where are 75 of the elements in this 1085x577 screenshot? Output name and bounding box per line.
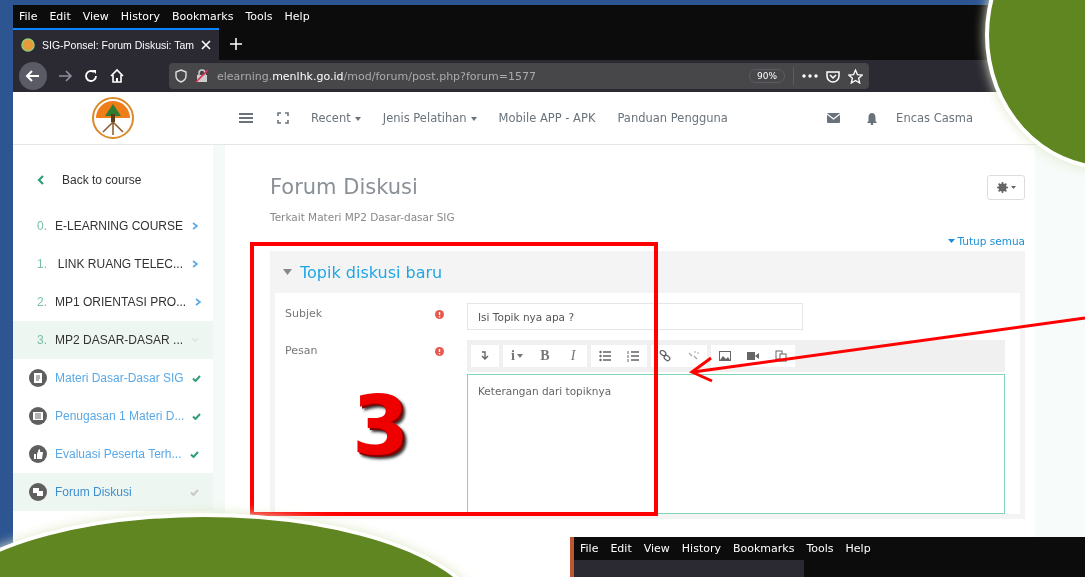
menu-icon[interactable] xyxy=(239,112,253,124)
menu-item[interactable]: History xyxy=(120,10,160,23)
link-icon xyxy=(659,350,671,362)
caret-icon xyxy=(516,354,523,358)
field-label: Pesan xyxy=(285,343,319,357)
message-editor[interactable]: Keterangan dari topiknya xyxy=(467,374,1005,514)
menu-item[interactable]: Help xyxy=(284,10,310,23)
chevron-left-icon xyxy=(37,175,44,185)
numbered-list-icon xyxy=(627,350,639,362)
back-link[interactable]: Back to course xyxy=(13,169,213,191)
menu-item[interactable]: Edit xyxy=(610,542,632,555)
page-subtitle: Terkait Materi MP2 Dasar-dasar SIG xyxy=(270,211,455,223)
nav-link[interactable]: Panduan Pengguna xyxy=(617,111,728,125)
caret-icon xyxy=(283,269,292,275)
menu-item[interactable]: Tools xyxy=(806,542,834,555)
menu-item[interactable]: Bookmarks xyxy=(172,10,234,23)
settings-button[interactable] xyxy=(987,175,1025,200)
more-icon[interactable] xyxy=(802,74,818,78)
assignment-activity-icon xyxy=(29,407,47,425)
menu-item[interactable]: Bookmarks xyxy=(733,542,795,555)
menu-item[interactable]: Edit xyxy=(49,10,71,23)
caret-icon xyxy=(1010,186,1016,189)
envelope-icon[interactable] xyxy=(827,113,841,123)
address-bar[interactable]: elearning.menlhk.go.id/mod/forum/post.php?forum=1577 90% xyxy=(169,63,869,89)
menu-item[interactable]: Tools xyxy=(245,10,273,23)
menu-item[interactable]: Help xyxy=(845,542,871,555)
menu-item[interactable]: File xyxy=(19,10,38,23)
copy-icon xyxy=(775,350,787,362)
menu-item[interactable]: File xyxy=(580,542,599,555)
collapse-all-link[interactable]: Tutup semua xyxy=(947,235,1025,247)
course-section-item[interactable]: 1. LINK RUANG TELEC... xyxy=(13,245,213,283)
lock-icon xyxy=(195,69,209,83)
course-section-item[interactable]: 3. MP2 DASAR-DASAR ... xyxy=(13,321,213,359)
page-activity-icon xyxy=(29,369,47,387)
close-icon[interactable] xyxy=(201,40,212,50)
home-icon[interactable] xyxy=(109,68,125,84)
nav-link[interactable]: Recent xyxy=(311,111,361,125)
field-label: Subjek xyxy=(285,306,324,320)
globe-icon xyxy=(21,38,35,52)
forum-activity-icon xyxy=(29,483,47,501)
unlink-icon xyxy=(687,350,699,362)
italic-button[interactable]: I xyxy=(559,345,587,367)
menu-item[interactable]: View xyxy=(643,542,670,555)
menu-item[interactable]: View xyxy=(82,10,109,23)
bulleted-list-icon xyxy=(599,350,611,362)
bold-button[interactable]: B xyxy=(531,345,559,367)
nav-link[interactable]: Jenis Pelatihan xyxy=(382,111,477,125)
image-icon xyxy=(719,350,731,362)
collapse-icon xyxy=(479,350,491,362)
pocket-icon[interactable] xyxy=(826,69,840,83)
page-title: Forum Diskusi xyxy=(270,175,419,199)
bell-icon[interactable] xyxy=(866,111,879,125)
feedback-activity-icon xyxy=(29,445,47,463)
user-name[interactable]: Encas Casma xyxy=(896,111,973,125)
course-section-item[interactable]: 0. E-LEARNING COURSE xyxy=(13,207,213,245)
url-text: elearning.menlhk.go.id/mod/forum/post.php?forum=1577 xyxy=(217,69,537,83)
fullscreen-icon[interactable] xyxy=(277,112,289,124)
nav-link[interactable]: Mobile APP - APK xyxy=(498,111,596,125)
star-icon[interactable] xyxy=(848,68,863,84)
subject-field[interactable]: Isi Topik nya apa ? xyxy=(467,303,803,330)
emblem-logo xyxy=(91,96,135,140)
step-number: 3 xyxy=(352,385,410,467)
reload-icon[interactable] xyxy=(83,68,99,84)
video-camera-icon xyxy=(747,350,759,362)
shield-icon xyxy=(175,69,187,83)
caret-icon xyxy=(947,239,955,243)
course-section-item[interactable]: 2. MP1 ORIENTASI PRO... xyxy=(13,283,213,321)
forward-icon[interactable] xyxy=(57,68,73,84)
settings-icon xyxy=(996,182,1008,193)
browser-tab[interactable]: SIG-Ponsel: Forum Diskusi: Tam xyxy=(13,28,220,60)
menu-item[interactable]: History xyxy=(681,542,721,555)
back-icon[interactable] xyxy=(19,62,47,90)
new-tab-icon[interactable] xyxy=(229,37,244,51)
tab-title: SIG-Ponsel: Forum Diskusi: Tam xyxy=(42,39,195,51)
paragraph-styles-button[interactable]: i xyxy=(503,345,531,367)
